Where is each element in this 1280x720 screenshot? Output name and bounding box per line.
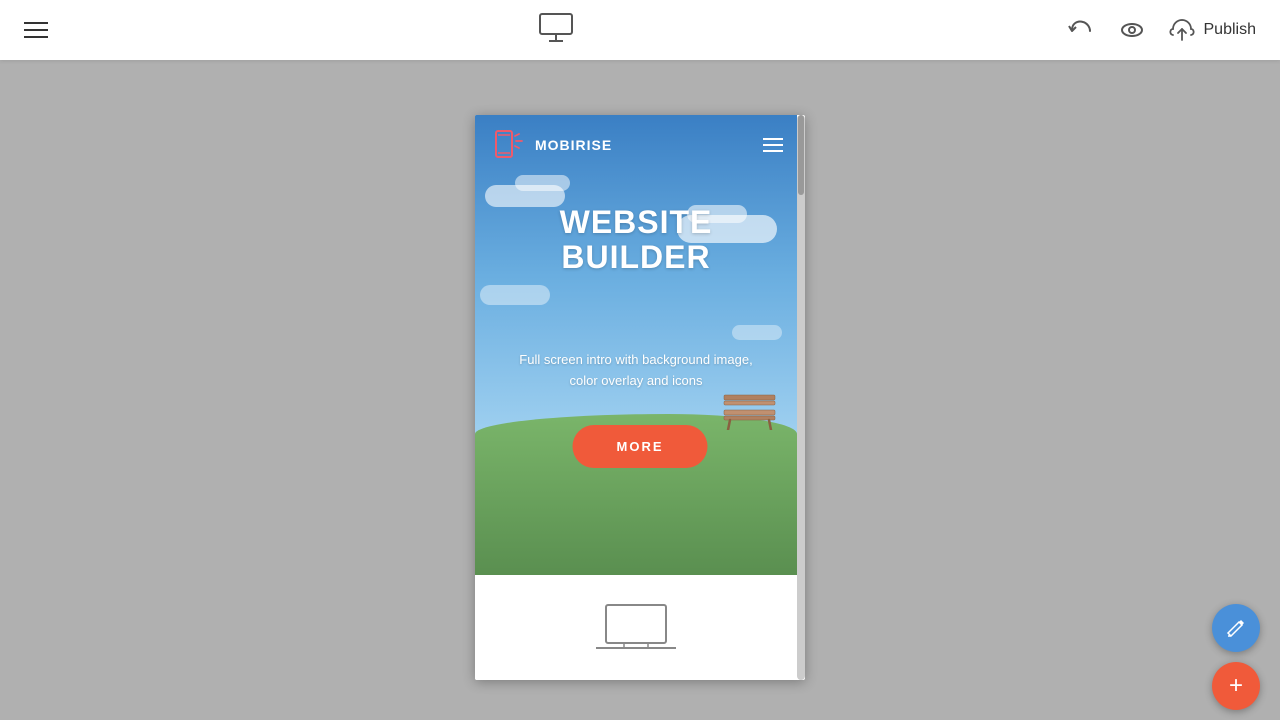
toolbar-right: Publish — [1064, 14, 1256, 46]
mobile-hamburger-icon[interactable] — [763, 138, 783, 152]
undo-button[interactable] — [1064, 14, 1096, 46]
toolbar-center — [534, 6, 578, 55]
mobile-section2 — [475, 575, 797, 680]
toolbar: Publish — [0, 0, 1280, 60]
fab-container: + — [1212, 604, 1260, 710]
mobile-logo-text: MOBIRISE — [535, 137, 612, 153]
cloud-2 — [515, 175, 570, 191]
hero-title-line2: BUILDER — [475, 240, 797, 275]
laptop-icon — [596, 600, 676, 655]
mobile-hero-section — [475, 115, 797, 575]
fab-add-button[interactable]: + — [1212, 662, 1260, 710]
mobile-logo: MOBIRISE — [489, 126, 612, 164]
mobile-logo-icon — [489, 126, 527, 164]
mobile-scrollbar[interactable] — [798, 115, 804, 680]
scrollbar-thumb[interactable] — [798, 115, 804, 195]
monitor-icon[interactable] — [534, 6, 578, 55]
hero-subtitle: Full screen intro with background image,… — [475, 350, 797, 392]
cloud-6 — [732, 325, 782, 340]
mobile-preview-frame: MOBIRISE WEBSITE BUILDER Full screen int… — [475, 115, 805, 680]
hero-more-button[interactable]: MORE — [573, 425, 708, 468]
main-canvas: MOBIRISE WEBSITE BUILDER Full screen int… — [0, 60, 1280, 720]
hero-title: WEBSITE BUILDER — [475, 205, 797, 275]
publish-button[interactable]: Publish — [1168, 16, 1256, 44]
mobile-nav: MOBIRISE — [475, 115, 797, 175]
publish-label: Publish — [1204, 21, 1256, 39]
hamburger-menu-icon[interactable] — [24, 22, 48, 38]
bench — [722, 390, 777, 430]
fab-edit-button[interactable] — [1212, 604, 1260, 652]
toolbar-left — [24, 22, 48, 38]
hero-title-line1: WEBSITE — [475, 205, 797, 240]
fab-add-icon: + — [1229, 672, 1243, 700]
cloud-5 — [480, 285, 550, 305]
preview-button[interactable] — [1116, 14, 1148, 46]
